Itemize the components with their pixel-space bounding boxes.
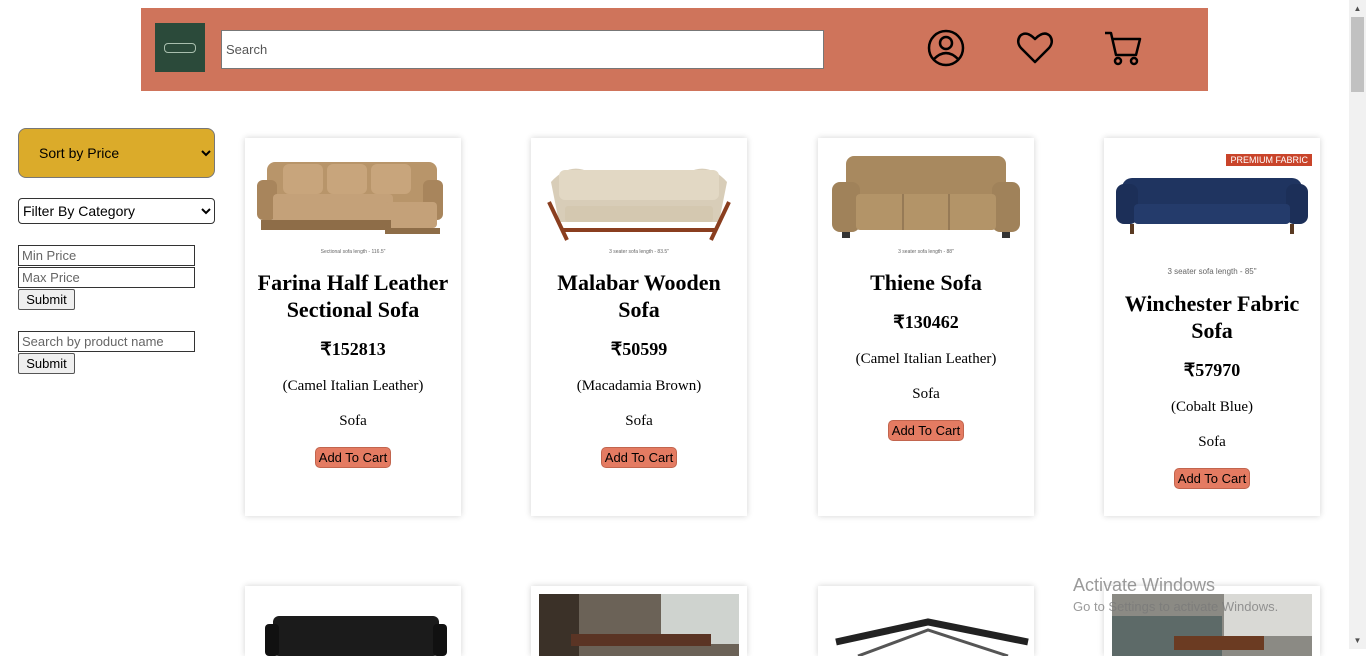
image-caption: 3 seater sofa length - 85" [1167, 267, 1257, 276]
product-image[interactable] [818, 586, 1034, 656]
watermark-subtitle: Go to Settings to activate Windows. [1073, 599, 1279, 614]
product-card: Sectional sofa length - 116.5" Farina Ha… [245, 138, 461, 516]
product-card [818, 586, 1034, 656]
product-price: ₹130462 [893, 312, 959, 332]
vertical-scrollbar[interactable]: ▲ ▼ [1349, 0, 1366, 649]
min-price-input[interactable] [18, 245, 195, 266]
user-account-icon[interactable] [926, 28, 966, 68]
product-card: 3 seater sofa length - 88" Thiene Sofa ₹… [818, 138, 1034, 516]
brand-logo[interactable] [155, 23, 205, 72]
product-category: Sofa [339, 413, 367, 429]
product-variant: (Camel Italian Leather) [282, 378, 424, 394]
wishlist-heart-icon[interactable] [1015, 28, 1055, 68]
product-variant: (Cobalt Blue) [1170, 399, 1254, 415]
product-variant: (Camel Italian Leather) [855, 351, 997, 367]
price-submit-button[interactable]: Submit [18, 289, 75, 310]
scroll-up-icon[interactable]: ▲ [1349, 0, 1366, 17]
add-to-cart-button[interactable]: Add To Cart [1173, 468, 1251, 489]
product-variant: (Macadamia Brown) [576, 378, 702, 394]
add-to-cart-button[interactable]: Add To Cart [887, 420, 965, 441]
product-image[interactable]: 3 seater sofa length - 83.5" [539, 142, 739, 257]
product-card [531, 586, 747, 656]
product-price: ₹57970 [1183, 360, 1241, 380]
product-name[interactable]: Thiene Sofa [828, 269, 1024, 296]
image-caption: 3 seater sofa length - 88" [898, 249, 954, 255]
filter-by-category-select[interactable]: Filter By Category [18, 198, 215, 224]
add-to-cart-button[interactable]: Add To Cart [600, 447, 678, 468]
watermark-title: Activate Windows [1073, 575, 1216, 595]
product-name[interactable]: Malabar Wooden Sofa [541, 269, 737, 323]
product-category: Sofa [912, 386, 940, 402]
product-image[interactable]: 3 seater sofa length - 88" [826, 142, 1026, 257]
product-card: 3 seater sofa length - 83.5" Malabar Woo… [531, 138, 747, 516]
product-name-search-input[interactable] [18, 331, 195, 352]
add-to-cart-button[interactable]: Add To Cart [314, 447, 392, 468]
sort-by-price-select[interactable]: Sort by Price [18, 128, 215, 178]
product-category: Sofa [1198, 434, 1226, 450]
scroll-down-icon[interactable]: ▼ [1349, 632, 1366, 649]
product-image[interactable] [245, 586, 461, 656]
site-header [141, 8, 1208, 91]
product-card: PREMIUM FABRIC 3 seater sofa length - 85… [1104, 138, 1320, 516]
image-caption: Sectional sofa length - 116.5" [320, 249, 386, 255]
product-image[interactable] [531, 586, 747, 656]
product-name[interactable]: Winchester Fabric Sofa [1114, 290, 1310, 344]
premium-fabric-badge: PREMIUM FABRIC [1226, 154, 1312, 166]
product-image[interactable]: PREMIUM FABRIC 3 seater sofa length - 85… [1112, 148, 1312, 276]
search-input[interactable] [221, 30, 824, 69]
product-card [245, 586, 461, 656]
image-caption: 3 seater sofa length - 83.5" [609, 249, 669, 255]
name-submit-button[interactable]: Submit [18, 353, 75, 374]
scrollbar-thumb[interactable] [1351, 17, 1364, 92]
activate-windows-watermark: Activate Windows Go to Settings to activ… [1073, 575, 1278, 614]
product-price: ₹152813 [320, 339, 386, 359]
product-category: Sofa [625, 413, 653, 429]
max-price-input[interactable] [18, 267, 195, 288]
product-price: ₹50599 [610, 339, 668, 359]
shopping-cart-icon[interactable] [1103, 28, 1143, 68]
product-name[interactable]: Farina Half Leather Sectional Sofa [255, 269, 451, 323]
product-image[interactable]: Sectional sofa length - 116.5" [253, 142, 453, 257]
